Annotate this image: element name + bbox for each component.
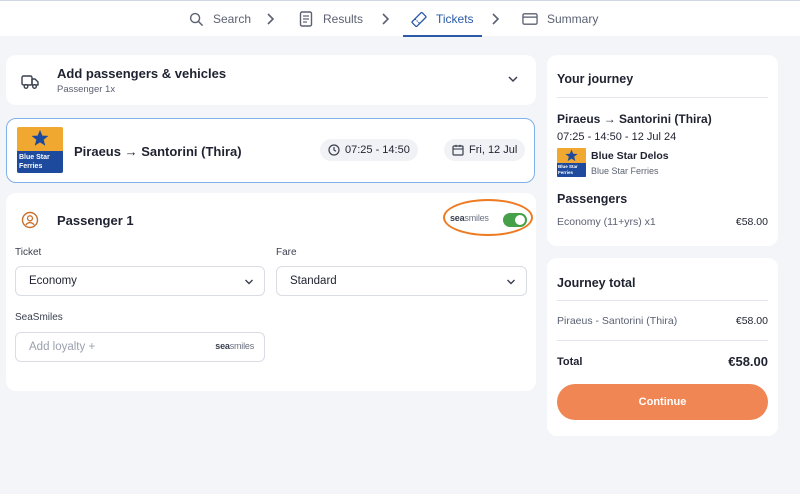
operator-name: Blue Star Ferries (591, 166, 659, 176)
step-summary[interactable]: Summary (522, 1, 598, 37)
passenger-line: Economy (11+yrs) x1 (557, 216, 656, 228)
seasmiles-label: SeaSmiles (15, 312, 63, 323)
passenger-title: Passenger 1 (57, 213, 134, 228)
divider (557, 97, 768, 98)
vessel-name: Blue Star Delos (591, 150, 669, 162)
total-value: €58.00 (728, 354, 768, 369)
step-search[interactable]: Search (188, 1, 251, 37)
add-passengers-subtitle: Passenger 1x (57, 84, 116, 95)
star-icon (565, 149, 578, 162)
add-passengers-card[interactable]: Add passengers & vehicles Passenger 1x (6, 55, 536, 105)
journey-times: 07:25 - 14:50 - 12 Jul 24 (557, 131, 677, 143)
seasmiles-logo: seasmiles (215, 341, 254, 351)
ticket-select[interactable]: Economy (15, 266, 265, 296)
passenger-price: €58.00 (735, 216, 768, 228)
search-icon (188, 11, 204, 27)
route-card: Blue Star Ferries Piraeus → Santorini (Th… (6, 118, 535, 183)
departure-date: Fri, 12 Jul (469, 144, 518, 156)
chevron-down-icon (507, 279, 515, 285)
date-pill: Fri, 12 Jul (444, 139, 526, 161)
highlight-circle (443, 199, 533, 236)
journey-summary-card: Your journey Piraeus → Santorini (Thira)… (547, 55, 778, 246)
journey-title: Your journey (557, 72, 634, 86)
total-label: Total (557, 356, 583, 368)
truck-icon (21, 75, 39, 89)
total-line-label: Piraeus - Santorini (Thira) (557, 315, 678, 327)
loyalty-placeholder: Add loyalty + (29, 341, 96, 353)
time-pill: 07:25 - 14:50 (320, 139, 418, 161)
ticket-label: Ticket (15, 247, 42, 258)
route-title: Piraeus → Santorini (Thira) (74, 144, 242, 159)
step-tickets[interactable]: Tickets (403, 1, 482, 37)
calendar-icon (452, 144, 464, 156)
chevron-right-icon (382, 13, 390, 25)
step-tickets-label: Tickets (436, 12, 474, 26)
journey-total-title: Journey total (557, 276, 636, 290)
step-results[interactable]: Results (298, 1, 363, 37)
chevron-right-icon (267, 13, 275, 25)
continue-button[interactable]: Continue (557, 384, 768, 420)
document-icon (298, 11, 314, 27)
fare-value: Standard (290, 275, 337, 287)
ticket-value: Economy (29, 275, 77, 287)
total-line-price: €58.00 (735, 315, 768, 327)
step-summary-label: Summary (547, 12, 599, 26)
star-icon (31, 129, 49, 146)
chevron-down-icon[interactable] (507, 74, 519, 84)
card-icon (522, 11, 538, 27)
journey-route: Piraeus → Santorini (Thira) (557, 112, 712, 126)
passenger-card: Passenger 1 seasmiles Ticket Economy Far… (6, 193, 536, 391)
divider (557, 300, 768, 301)
divider (557, 340, 768, 341)
departure-time: 07:25 - 14:50 (345, 144, 410, 156)
add-passengers-title: Add passengers & vehicles (57, 66, 227, 81)
fare-select[interactable]: Standard (276, 266, 527, 296)
ticket-icon (411, 11, 427, 27)
user-icon (21, 211, 39, 229)
progress-steps: Search Results Tickets Summary (0, 0, 800, 37)
passengers-heading: Passengers (557, 192, 628, 206)
clock-icon (328, 144, 340, 156)
journey-total-card: Journey total Piraeus - Santorini (Thira… (547, 258, 778, 436)
blue-star-ferries-logo: Blue Star Ferries (557, 148, 586, 177)
fare-label: Fare (276, 247, 297, 258)
blue-star-ferries-logo: Blue Star Ferries (17, 127, 63, 173)
chevron-right-icon (492, 13, 500, 25)
step-search-label: Search (213, 12, 252, 26)
loyalty-input[interactable]: Add loyalty + seasmiles (15, 332, 265, 362)
step-results-label: Results (323, 12, 364, 26)
chevron-down-icon (245, 279, 253, 285)
